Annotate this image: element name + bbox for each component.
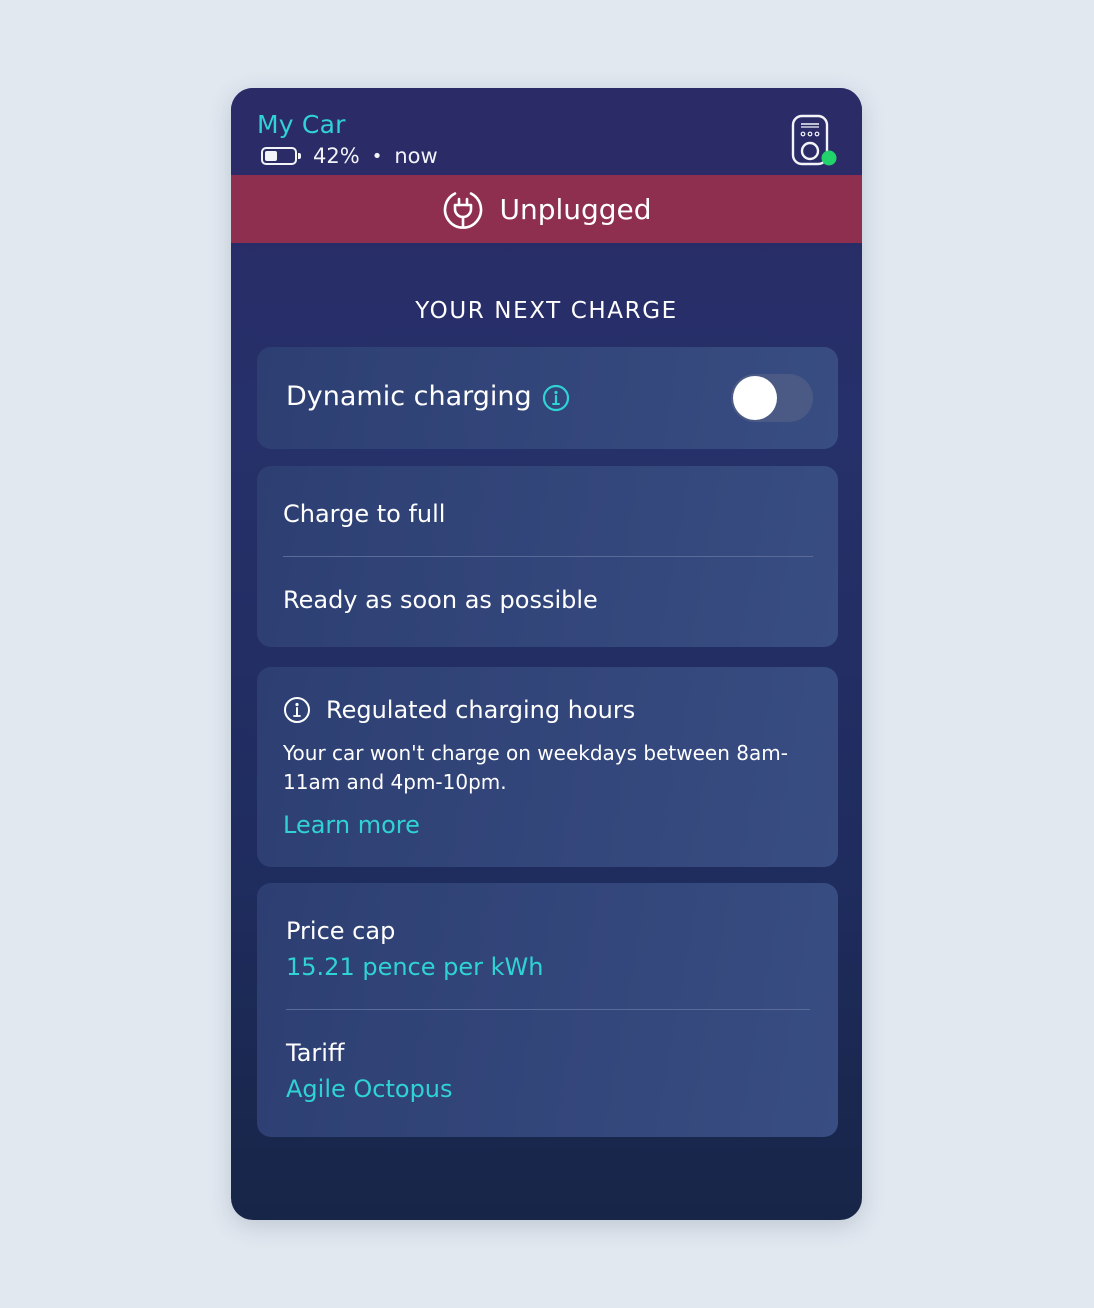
info-icon bbox=[284, 697, 310, 723]
battery-level-fill bbox=[265, 151, 277, 161]
battery-percent: 42% bbox=[313, 144, 360, 168]
regulated-hours-card: Regulated charging hours Your car won't … bbox=[257, 667, 838, 867]
charge-target[interactable]: Charge to full bbox=[283, 500, 445, 528]
dynamic-charging-card: Dynamic charging bbox=[257, 347, 838, 449]
price-cap-value[interactable]: 15.21 pence per kWh bbox=[286, 953, 543, 981]
section-title: YOUR NEXT CHARGE bbox=[415, 298, 678, 324]
tariff-label: Tariff bbox=[286, 1039, 345, 1067]
regulated-hours-description: Your car won't charge on weekdays betwee… bbox=[283, 741, 788, 794]
app-screen: My Car 42% • now Unplugged YOUR NEXT CHA… bbox=[231, 88, 862, 1220]
connection-status-banner: Unplugged bbox=[231, 175, 862, 243]
info-icon[interactable] bbox=[542, 384, 570, 412]
price-cap-label: Price cap bbox=[286, 917, 396, 945]
learn-more-link[interactable]: Learn more bbox=[283, 811, 420, 839]
divider bbox=[286, 1009, 810, 1010]
divider bbox=[283, 556, 813, 557]
dynamic-charging-toggle[interactable] bbox=[731, 374, 813, 422]
last-updated: now bbox=[394, 144, 438, 168]
connection-status-label: Unplugged bbox=[499, 192, 652, 226]
car-name[interactable]: My Car bbox=[257, 110, 346, 139]
charger-icon[interactable] bbox=[791, 114, 837, 168]
pricing-card: Price cap 15.21 pence per kWh Tariff Agi… bbox=[257, 883, 838, 1137]
dynamic-charging-label: Dynamic charging bbox=[286, 381, 532, 412]
vehicle-status: 42% • now bbox=[261, 144, 438, 168]
charge-ready-time[interactable]: Ready as soon as possible bbox=[283, 586, 598, 614]
plug-icon bbox=[444, 192, 483, 229]
battery-icon bbox=[261, 147, 301, 165]
online-status-dot bbox=[821, 150, 837, 166]
header: My Car 42% • now bbox=[231, 88, 862, 175]
toggle-knob bbox=[733, 376, 777, 420]
charge-plan-card[interactable]: Charge to full Ready as soon as possible bbox=[257, 466, 838, 647]
regulated-hours-title: Regulated charging hours bbox=[326, 696, 636, 724]
tariff-value[interactable]: Agile Octopus bbox=[286, 1075, 453, 1103]
status-separator: • bbox=[371, 145, 383, 167]
